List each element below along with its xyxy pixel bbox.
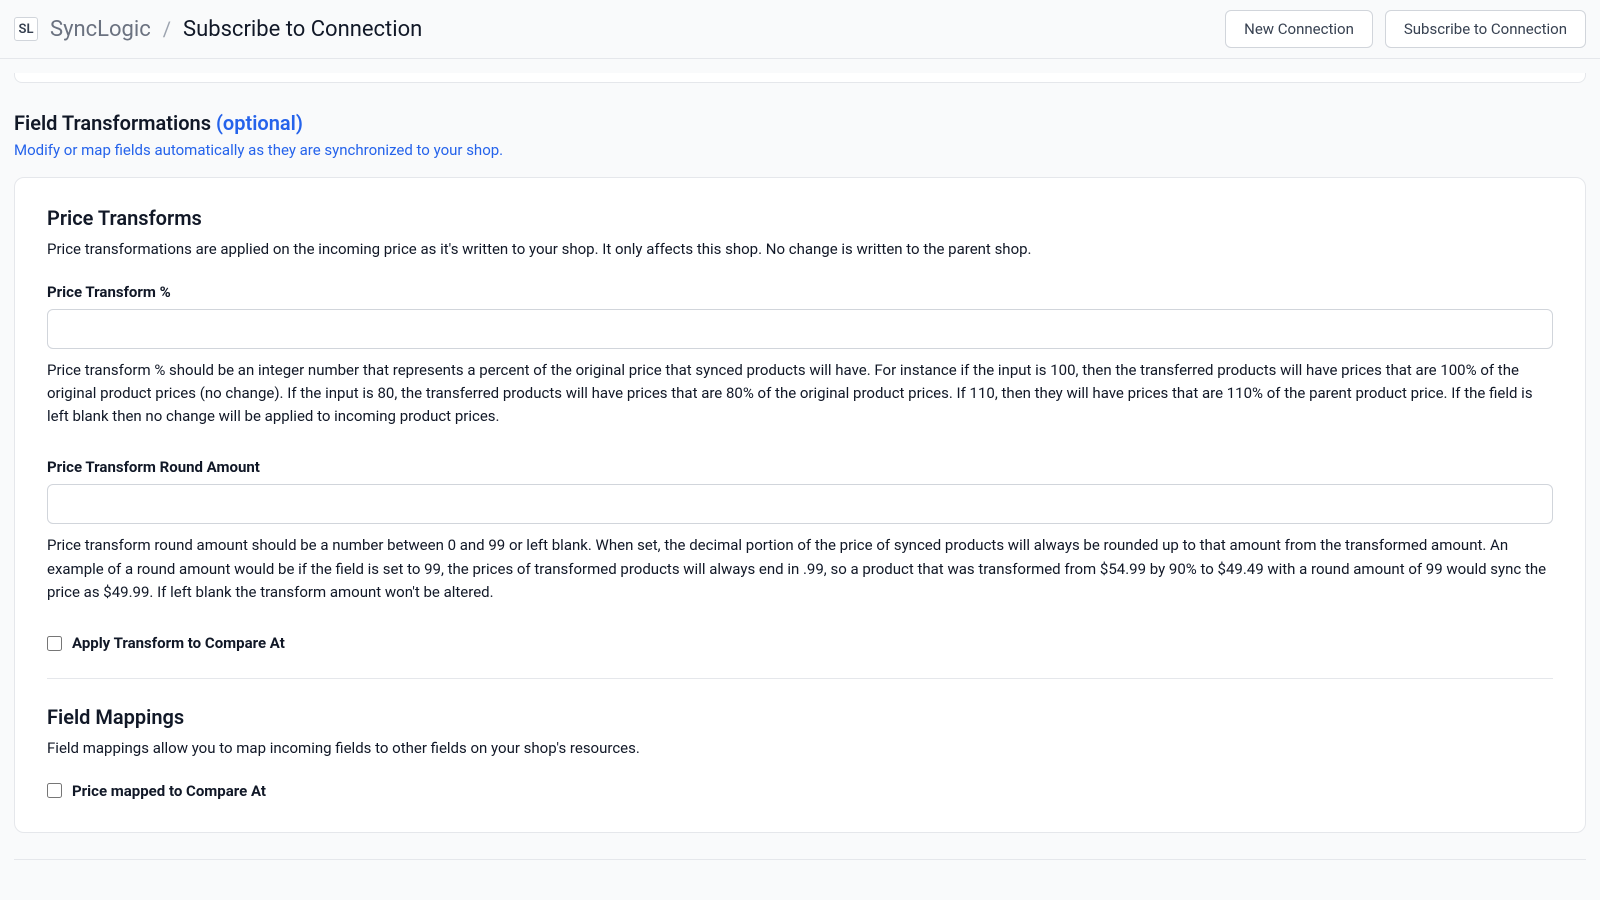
- page-content: Field Transformations (optional) Modify …: [0, 59, 1600, 874]
- section-divider: [47, 678, 1553, 679]
- price-transforms-heading: Price Transforms: [47, 206, 1553, 230]
- app-name[interactable]: SyncLogic: [50, 17, 151, 42]
- page-header: SL SyncLogic / Subscribe to Connection N…: [0, 0, 1600, 59]
- apply-transform-compare-at-label: Apply Transform to Compare At: [72, 634, 285, 652]
- field-mappings-description: Field mappings allow you to map incoming…: [47, 737, 1553, 760]
- previous-card-edge: [14, 73, 1586, 83]
- optional-link[interactable]: (optional): [216, 111, 303, 135]
- price-transform-round-help: Price transform round amount should be a…: [47, 534, 1553, 604]
- subscribe-to-connection-button[interactable]: Subscribe to Connection: [1385, 10, 1586, 48]
- price-transform-percent-input[interactable]: [47, 309, 1553, 349]
- section-title-row: Field Transformations (optional): [14, 111, 1586, 135]
- transformations-card: Price Transforms Price transformations a…: [14, 177, 1586, 833]
- page-title: Subscribe to Connection: [183, 17, 422, 42]
- price-transform-round-input[interactable]: [47, 484, 1553, 524]
- price-mapped-compare-at-row: Price mapped to Compare At: [47, 782, 1553, 800]
- price-transforms-description: Price transformations are applied on the…: [47, 238, 1553, 261]
- price-mapped-compare-at-checkbox[interactable]: [47, 783, 62, 798]
- price-transform-percent-label: Price Transform %: [47, 283, 1553, 301]
- section-subtitle-link[interactable]: Modify or map fields automatically as th…: [14, 141, 1586, 159]
- section-title: Field Transformations: [14, 111, 216, 135]
- breadcrumb-separator: /: [163, 17, 171, 41]
- field-mappings-heading: Field Mappings: [47, 705, 1553, 729]
- price-transform-percent-help: Price transform % should be an integer n…: [47, 359, 1553, 429]
- app-logo: SL: [14, 17, 38, 41]
- apply-transform-compare-at-row: Apply Transform to Compare At: [47, 634, 1553, 652]
- header-actions: New Connection Subscribe to Connection: [1225, 10, 1586, 48]
- new-connection-button[interactable]: New Connection: [1225, 10, 1373, 48]
- price-transform-round-label: Price Transform Round Amount: [47, 458, 1553, 476]
- price-mapped-compare-at-label: Price mapped to Compare At: [72, 782, 266, 800]
- apply-transform-compare-at-checkbox[interactable]: [47, 636, 62, 651]
- header-left: SL SyncLogic / Subscribe to Connection: [14, 17, 422, 42]
- bottom-divider: [14, 859, 1586, 860]
